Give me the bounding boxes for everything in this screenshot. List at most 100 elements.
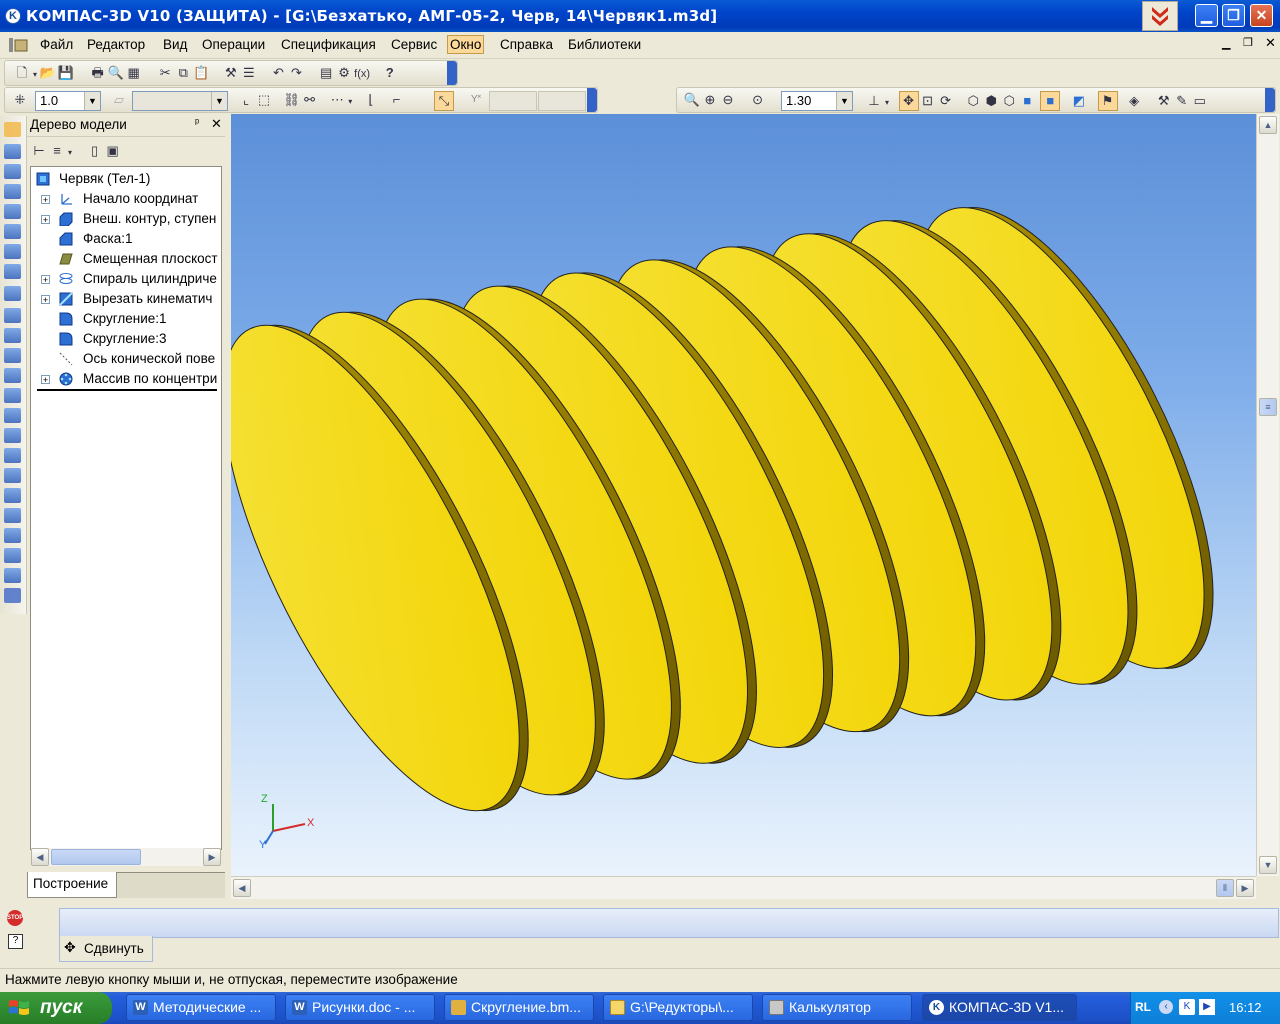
symbols-icon[interactable] bbox=[4, 184, 21, 199]
toolbar-options-icon[interactable] bbox=[447, 61, 457, 85]
section-icon[interactable]: ◈ bbox=[1125, 92, 1143, 110]
tree-list-icon[interactable]: ▯ bbox=[86, 142, 104, 160]
tree-order-icon[interactable]: ≡ bbox=[48, 142, 66, 160]
wireframe-icon[interactable]: ⬡ bbox=[964, 92, 982, 110]
layer-combo[interactable]: ▼ bbox=[132, 91, 228, 111]
array-icon[interactable] bbox=[4, 468, 21, 483]
redo-icon[interactable]: ↷ bbox=[288, 64, 306, 82]
open-folder-icon[interactable]: 📂 bbox=[39, 64, 57, 82]
menu-specification[interactable]: Спецификация bbox=[281, 37, 376, 52]
zoom-all-icon[interactable]: ⊡ bbox=[919, 92, 937, 110]
measure-icon[interactable] bbox=[4, 204, 21, 219]
scroll-left-icon[interactable]: ◀ bbox=[31, 848, 49, 866]
loft-icon[interactable] bbox=[4, 348, 21, 363]
close-icon[interactable]: ✕ bbox=[211, 116, 222, 132]
expand-icon[interactable]: + bbox=[41, 195, 50, 205]
spring-icon[interactable] bbox=[4, 568, 21, 583]
dropdown-arrow-icon[interactable]: ▾ bbox=[883, 94, 891, 112]
task-drawings[interactable]: W Рисунки.doc - ... bbox=[285, 994, 435, 1021]
filter-select-icon[interactable] bbox=[4, 224, 21, 239]
dropdown-arrow-icon[interactable]: ▾ bbox=[66, 144, 74, 162]
paint-icon[interactable]: ✎ bbox=[1173, 92, 1191, 110]
ortho-icon[interactable]: ⌐ bbox=[388, 91, 406, 109]
language-indicator[interactable]: RL bbox=[1135, 1000, 1151, 1014]
surfaces-icon[interactable] bbox=[4, 286, 21, 301]
cut-op-icon[interactable] bbox=[4, 448, 21, 463]
chamfer-op-icon[interactable] bbox=[4, 528, 21, 543]
task-methodics[interactable]: W Методические ... bbox=[126, 994, 276, 1021]
rib-icon[interactable] bbox=[4, 408, 21, 423]
tree-node-array[interactable]: + Массив по концентри bbox=[37, 369, 217, 391]
page-setup-icon[interactable]: ▦ bbox=[125, 64, 143, 82]
maximize-button[interactable]: ❐ bbox=[1222, 4, 1245, 27]
expand-icon[interactable]: + bbox=[41, 295, 50, 305]
snap-step-icon[interactable]: ⁜ bbox=[11, 91, 29, 109]
scroll-thumb[interactable]: ⦀ bbox=[1216, 879, 1234, 897]
print-preview-icon[interactable]: 🔍 bbox=[107, 64, 125, 82]
minimize-button[interactable]: ▁ bbox=[1195, 4, 1218, 27]
start-button[interactable]: пуск bbox=[0, 992, 112, 1024]
pin-icon[interactable]: ᵖ bbox=[195, 117, 199, 129]
undo-icon[interactable]: ↶ bbox=[270, 64, 288, 82]
display-icon[interactable]: ▭ bbox=[1191, 92, 1209, 110]
document-menu-icon[interactable] bbox=[6, 37, 30, 53]
filter-icon[interactable]: ⚑ bbox=[1097, 91, 1118, 111]
unlink-icon[interactable]: ⚯ bbox=[301, 91, 319, 109]
tools-icon[interactable]: ⚒ bbox=[1155, 92, 1173, 110]
stop-icon[interactable]: STOP bbox=[7, 910, 23, 926]
reports-icon[interactable] bbox=[4, 264, 21, 279]
tray-hide-icon[interactable]: ‹ bbox=[1159, 1000, 1173, 1014]
paste-icon[interactable]: 📋 bbox=[192, 64, 210, 82]
doc-minimize-icon[interactable]: ▁ bbox=[1222, 37, 1230, 50]
tree-export-icon[interactable]: ▣ bbox=[104, 142, 122, 160]
y-coordinate-field[interactable] bbox=[538, 91, 586, 111]
save-icon[interactable]: 💾 bbox=[57, 64, 75, 82]
menu-view[interactable]: Вид bbox=[163, 37, 187, 52]
copy-icon[interactable]: ⧉ bbox=[174, 64, 192, 82]
variables-icon[interactable]: ⚙ bbox=[335, 64, 353, 82]
doc-close-icon[interactable]: ✕ bbox=[1265, 35, 1276, 51]
rotate-icon[interactable]: ⟳ bbox=[937, 92, 955, 110]
hole-icon[interactable] bbox=[4, 388, 21, 403]
list-icon[interactable]: ☰ bbox=[240, 64, 258, 82]
hidden-lines-icon[interactable]: ⬢ bbox=[982, 92, 1000, 110]
title-bar[interactable]: K КОМПАС-3D V10 (ЗАЩИТА) - [G:\Безхатько… bbox=[0, 0, 1280, 32]
edit-details-icon[interactable] bbox=[4, 122, 21, 137]
cs-icon[interactable]: ⌞ bbox=[237, 91, 255, 109]
model-viewport[interactable]: Z X Y bbox=[231, 114, 1256, 876]
spec-icon[interactable] bbox=[4, 244, 21, 259]
scroll-up-icon[interactable]: ▲ bbox=[1259, 116, 1277, 134]
expand-icon[interactable]: + bbox=[41, 275, 50, 285]
grid-icon[interactable]: ⋯ bbox=[328, 91, 346, 109]
zoom-combo[interactable]: 1.30 ▼ bbox=[781, 91, 853, 111]
tab-pan[interactable]: ✥ Сдвинуть bbox=[59, 936, 153, 962]
sweep-icon[interactable] bbox=[4, 368, 21, 383]
viewport-vscrollbar[interactable]: ▲ ≡ ▼ bbox=[1256, 114, 1279, 876]
link-icon[interactable]: ⛓ bbox=[283, 91, 301, 109]
tab-build[interactable]: Построение bbox=[27, 872, 117, 898]
scroll-down-icon[interactable]: ▼ bbox=[1259, 856, 1277, 874]
toolbar-options-icon[interactable] bbox=[587, 88, 597, 112]
tree-structure-icon[interactable]: ⊢ bbox=[30, 142, 48, 160]
fx-icon[interactable]: f(x) bbox=[353, 65, 371, 83]
dropdown-arrow-icon[interactable]: ▾ bbox=[31, 66, 39, 84]
layer-icon[interactable]: ▱ bbox=[110, 91, 128, 109]
pan-icon[interactable]: ✥ bbox=[898, 91, 919, 111]
cut-icon[interactable]: ✂ bbox=[156, 64, 174, 82]
scroll-thumb[interactable]: ≡ bbox=[1259, 398, 1277, 416]
task-fillet-bmp[interactable]: Скругление.bm... bbox=[444, 994, 594, 1021]
zoom-out-icon[interactable]: ⊖ bbox=[719, 91, 737, 109]
more-tools-icon[interactable] bbox=[4, 588, 21, 603]
chevron-down-icon[interactable]: ▼ bbox=[836, 92, 852, 110]
orient-icon[interactable]: ⬚ bbox=[255, 91, 273, 109]
chevron-down-icon[interactable]: ▼ bbox=[84, 92, 100, 110]
zoom-window-icon[interactable]: 🔍 bbox=[683, 91, 701, 109]
fillet-op-icon[interactable] bbox=[4, 508, 21, 523]
help-pointer-icon[interactable]: ? bbox=[381, 64, 399, 82]
new-document-icon[interactable]: 🗋 bbox=[13, 64, 31, 82]
shell-icon[interactable] bbox=[4, 428, 21, 443]
menu-service[interactable]: Сервис bbox=[391, 37, 437, 52]
menu-window[interactable]: Окно bbox=[447, 35, 485, 54]
sheet-icon[interactable] bbox=[4, 548, 21, 563]
task-kompas[interactable]: K КОМПАС-3D V1... bbox=[922, 994, 1077, 1021]
